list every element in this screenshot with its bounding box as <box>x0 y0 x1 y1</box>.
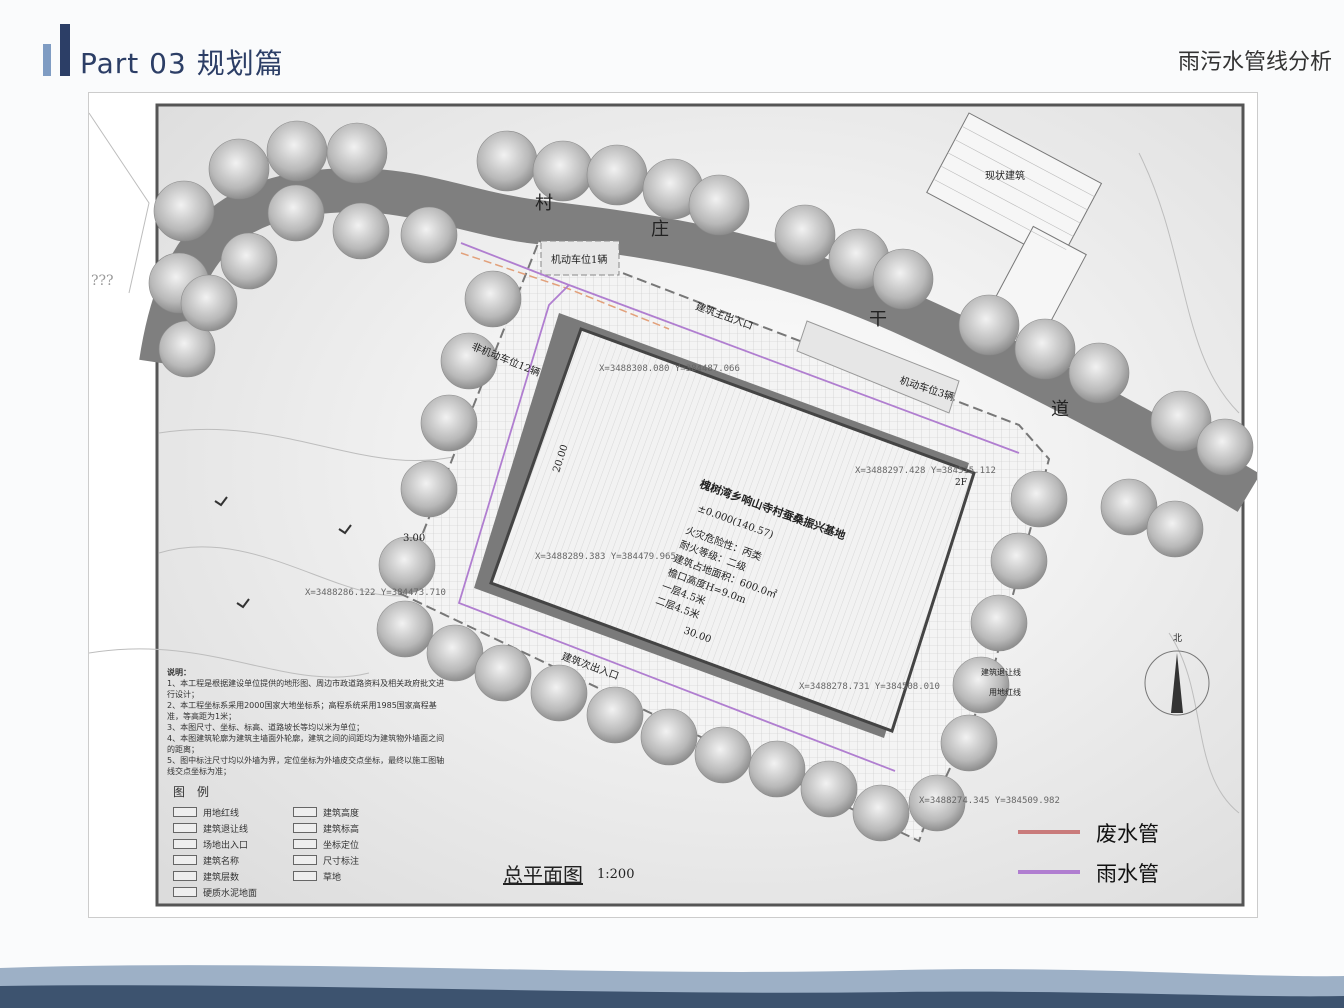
site-plan-drawing: 村 庄 干 道 现状建筑 机动车位1辆 机动车位3辆 非机动车位12辆 建筑主出… <box>88 92 1258 918</box>
coord-3: X=3488289.383 Y=384479.965 <box>535 552 676 562</box>
symbol-swatch <box>173 807 197 817</box>
coord-1: X=3488308.080 Y=384487.066 <box>599 364 740 374</box>
symbol-legend-item: 硬质水泥地面 <box>173 886 293 899</box>
caption-scale: 1:200 <box>597 867 635 882</box>
dim-3-label: 3.00 <box>403 533 425 544</box>
road-char-3: 干 <box>869 309 887 330</box>
symbol-label: 建筑层数 <box>203 872 240 883</box>
road-char-4: 道 <box>1051 399 1069 420</box>
symbol-legend: 图 例 用地红线 建筑高度 建筑退让线 建筑标高 场地出入口 坐标定位 建筑名称… <box>173 783 433 899</box>
symbol-label: 坐标定位 <box>323 840 360 851</box>
road-char-1: 村 <box>535 193 553 214</box>
symbol-legend-item: 建筑标高 <box>293 822 413 835</box>
symbol-swatch <box>173 823 197 833</box>
line-label-1: 建筑退让线 <box>981 667 1021 677</box>
question-marks: ??? <box>91 273 114 289</box>
caption-main: 总平面图 <box>503 863 583 887</box>
symbol-legend-item: 用地红线 <box>173 806 293 819</box>
symbol-swatch <box>173 887 197 897</box>
design-notes: 说明： 1、本工程是根据建设单位提供的地形图、周边市政道路资料及相关政府批文进行… <box>167 667 447 777</box>
symbol-legend-title: 图 例 <box>173 785 210 799</box>
symbol-label: 建筑退让线 <box>203 824 249 835</box>
symbol-swatch <box>173 855 197 865</box>
title-accent-bar-light <box>43 44 51 76</box>
symbol-label: 建筑名称 <box>203 856 240 867</box>
notes-title: 说明： <box>167 668 191 677</box>
coord-4-text: X=3488278.731 Y=384508.010 <box>799 682 940 692</box>
coord-4: X=3488278.731 Y=384508.010 <box>799 682 940 692</box>
legend-item-rainwater: 雨水管 <box>1010 856 1210 886</box>
symbol-label: 尺寸标注 <box>323 856 360 867</box>
symbol-swatch <box>293 839 317 849</box>
north-label: 北 <box>1173 633 1182 644</box>
symbol-legend-item: 尺寸标注 <box>293 854 413 867</box>
symbol-swatch <box>173 871 197 881</box>
legend-item-wastewater: 废水管 <box>1010 816 1210 846</box>
coord-2-text: X=3488297.428 Y=384515.112 <box>855 466 996 476</box>
symbol-label: 场地出入口 <box>203 840 249 851</box>
symbol-label: 建筑标高 <box>323 824 360 835</box>
symbol-swatch <box>293 855 317 865</box>
wastewater-swatch <box>1018 830 1080 834</box>
page-subtitle: 雨污水管线分析 <box>1177 50 1332 75</box>
symbol-label: 硬质水泥地面 <box>203 888 258 899</box>
symbol-legend-item: 场地出入口 <box>173 838 293 851</box>
coord-5: X=3488286.122 Y=384473.710 <box>305 588 446 598</box>
legend-label-rainwater: 雨水管 <box>1096 862 1159 886</box>
pipe-legend: 废水管 雨水管 <box>1010 812 1210 892</box>
line-label-2: 用地红线 <box>989 687 1021 697</box>
symbol-swatch <box>293 823 317 833</box>
notes-item: 2、本工程坐标系采用2000国家大地坐标系；高程系统采用1985国家高程基准，等… <box>167 701 437 721</box>
symbol-legend-item: 建筑高度 <box>293 806 413 819</box>
coord-3-text: X=3488289.383 Y=384479.965 <box>535 552 676 562</box>
notes-item: 5、图中标注尺寸均以外墙为界，定位坐标为外墙皮交点坐标，最终以施工图轴线交点坐标… <box>167 756 445 776</box>
coord-6: X=3488274.345 Y=384509.982 <box>919 796 1060 806</box>
symbol-label: 用地红线 <box>203 808 240 819</box>
title-accent-bar-dark <box>60 24 70 76</box>
coord-5-text: X=3488286.122 Y=384473.710 <box>305 588 446 598</box>
parking-1-label: 机动车位1辆 <box>551 253 607 266</box>
coord-2: X=3488297.428 Y=384515.112 <box>855 466 996 476</box>
existing-building-label: 现状建筑 <box>985 169 1025 182</box>
symbol-legend-item: 建筑名称 <box>173 854 293 867</box>
symbol-swatch <box>293 807 317 817</box>
symbol-label: 草地 <box>323 872 342 883</box>
coord-6-text: X=3488274.345 Y=384509.982 <box>919 796 1060 806</box>
rainwater-swatch <box>1018 870 1080 874</box>
symbol-legend-item: 坐标定位 <box>293 838 413 851</box>
symbol-label: 建筑高度 <box>323 808 360 819</box>
legend-label-wastewater: 废水管 <box>1096 822 1159 846</box>
symbol-swatch <box>173 839 197 849</box>
notes-item: 4、本图建筑轮廓为建筑主墙面外轮廓，建筑之间的间距均为建筑物外墙面之间的距离； <box>167 734 445 754</box>
coord-1-text: X=3488308.080 Y=384487.066 <box>599 364 740 374</box>
page-title: Part 03 规划篇 <box>80 47 284 80</box>
notes-item: 1、本工程是根据建设单位提供的地形图、周边市政道路资料及相关政府批文进行设计； <box>167 679 445 699</box>
symbol-swatch <box>293 871 317 881</box>
floors-label: 2F <box>955 478 967 488</box>
symbol-legend-item: 建筑层数 <box>173 870 293 883</box>
symbol-legend-item: 草地 <box>293 870 413 883</box>
notes-item: 3、本图尺寸、坐标、标高、道路坡长等均以米为单位； <box>167 723 365 732</box>
road-char-2: 庄 <box>651 219 669 240</box>
symbol-legend-item: 建筑退让线 <box>173 822 293 835</box>
footer-wave <box>0 965 1344 1008</box>
